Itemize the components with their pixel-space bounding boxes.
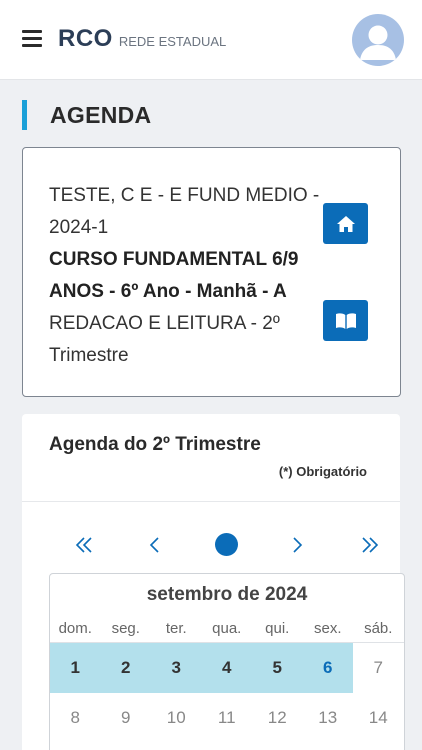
calendar-day-today[interactable]: 6 — [302, 643, 353, 693]
course-name: CURSO FUNDAMENTAL 6/9 ANOS - 6º Ano - Ma… — [49, 249, 299, 302]
weekday-header: dom. seg. ter. qua. qui. sex. sáb. — [50, 620, 404, 637]
user-avatar-icon[interactable] — [352, 14, 404, 66]
class-info-text: TESTE, C E - E FUND MEDIO - 2024-1 CURSO… — [49, 180, 325, 372]
chevron-left-icon — [149, 537, 159, 553]
calendar-day[interactable]: 4 — [201, 643, 252, 693]
calendar-month-label: setembro de 2024 — [146, 584, 308, 605]
calendar-navigation — [22, 530, 400, 560]
agenda-title: Agenda do 2º Trimestre — [49, 434, 261, 455]
calendar-day[interactable]: 10 — [151, 693, 202, 743]
agenda-card: Agenda do 2º Trimestre (*) Obrigatório s… — [22, 414, 405, 750]
divider — [22, 501, 400, 502]
calendar-day[interactable]: 13 — [303, 693, 354, 743]
calendar-day[interactable]: 5 — [252, 643, 303, 693]
page-heading: AGENDA — [22, 100, 151, 130]
next-month-button[interactable] — [282, 530, 312, 560]
calendar-day[interactable]: 11 — [202, 693, 253, 743]
previous-month-button[interactable] — [140, 530, 170, 560]
chevron-right-icon — [293, 537, 303, 553]
title-accent-bar — [22, 100, 27, 130]
hamburger-icon — [22, 30, 42, 33]
first-page-button[interactable] — [69, 530, 99, 560]
class-info-card: TESTE, C E - E FUND MEDIO - 2024-1 CURSO… — [22, 147, 401, 397]
book-icon — [335, 312, 356, 329]
app-header: RCO REDE ESTADUAL — [0, 0, 422, 80]
weekday-label: dom. — [58, 620, 92, 637]
weekday-label: sex. — [313, 620, 342, 637]
home-icon — [336, 215, 355, 232]
week-row: 8 9 10 11 12 13 14 — [50, 693, 404, 743]
calendar-day[interactable]: 8 — [50, 693, 101, 743]
weekday-label: qua. — [212, 620, 242, 637]
calendar-day[interactable]: 1 — [50, 643, 101, 693]
menu-button[interactable] — [22, 30, 42, 47]
double-chevron-left-icon — [75, 537, 92, 553]
weekday-label: sáb. — [364, 620, 393, 637]
calendar-day[interactable]: 9 — [101, 693, 152, 743]
subject-name: REDACAO E LEITURA - 2º Trimestre — [49, 313, 280, 366]
weekday-label: qui. — [265, 620, 290, 637]
calendar-day[interactable]: 14 — [353, 693, 404, 743]
weekday-label: seg. — [111, 620, 140, 637]
subject-book-button[interactable] — [323, 300, 368, 341]
calendar-day[interactable]: 3 — [151, 643, 202, 693]
weekday-label: ter. — [165, 620, 187, 637]
brand-logo: RCO — [58, 25, 113, 52]
brand-subtitle: REDE ESTADUAL — [118, 34, 227, 49]
home-button[interactable] — [323, 203, 368, 244]
required-note: (*) Obrigatório — [278, 464, 367, 479]
brand: RCO REDE ESTADUAL — [58, 25, 226, 53]
today-dot-button[interactable] — [215, 533, 238, 556]
calendar-day[interactable]: 7 — [353, 643, 404, 693]
last-page-button[interactable] — [355, 530, 385, 560]
month-calendar: setembro de 2024 dom. seg. ter. qua. qui… — [49, 573, 405, 750]
calendar-day[interactable]: 12 — [252, 693, 303, 743]
double-chevron-right-icon — [362, 537, 379, 553]
school-name: TESTE, C E - E FUND MEDIO - 2024-1 — [49, 185, 320, 238]
week-row: 1 2 3 4 5 6 7 — [50, 643, 404, 693]
calendar-day[interactable]: 2 — [100, 643, 151, 693]
page-title: AGENDA — [50, 101, 152, 128]
